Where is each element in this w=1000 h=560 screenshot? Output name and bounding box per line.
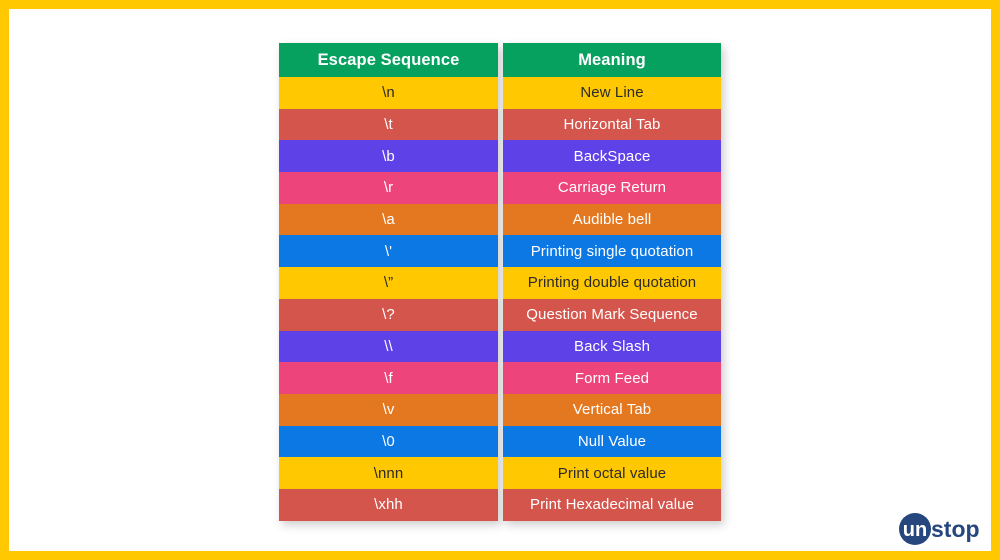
table-cell-meaning: Form Feed (503, 362, 721, 394)
table-columns: Escape Sequence \n \t \b \r \a \' \” \? \\ \f \v \0… (279, 43, 721, 521)
escape-sequence-column: Escape Sequence \n \t \b \r \a \' \” \? \\ \f \v \0… (279, 43, 498, 521)
page-canvas: Escape Sequence \n \t \b \r \a \' \” \? \\ \f \v \0… (0, 0, 1000, 560)
table-cell-escape: \v (279, 393, 498, 426)
table-cell-meaning: BackSpace (503, 140, 721, 173)
table-cell-escape: \\ (279, 330, 498, 363)
escape-sequence-table: Escape Sequence \n \t \b \r \a \' \” \? \\ \f \v \0… (279, 43, 731, 529)
table-cell-escape: \” (279, 267, 498, 299)
table-cell-escape: \t (279, 108, 498, 141)
table-cell-meaning: Print octal value (503, 457, 721, 489)
table-cell-meaning: New Line (503, 77, 721, 109)
table-cell-escape: \r (279, 172, 498, 204)
table-cell-escape: \xhh (279, 488, 498, 521)
table-cell-meaning: Carriage Return (503, 172, 721, 204)
unstop-logo-mark: un stop (899, 513, 980, 545)
unstop-logo: un stop (898, 507, 990, 551)
table-cell-meaning: Back Slash (503, 330, 721, 363)
logo-stop-text: stop (931, 516, 980, 542)
column-header-meaning: Meaning (503, 43, 721, 77)
table-cell-meaning: Question Mark Sequence (503, 298, 721, 331)
table-cell-escape: \' (279, 235, 498, 268)
table-cell-meaning: Horizontal Tab (503, 108, 721, 141)
table-cell-meaning: Print Hexadecimal value (503, 488, 721, 521)
table-cell-escape: \b (279, 140, 498, 173)
table-cell-escape: \n (279, 77, 498, 109)
column-header-escape-sequence: Escape Sequence (279, 43, 498, 77)
table-cell-meaning: Printing double quotation (503, 267, 721, 299)
table-cell-escape: \nnn (279, 457, 498, 489)
table-cell-escape: \f (279, 362, 498, 394)
table-cell-meaning: Vertical Tab (503, 393, 721, 426)
meaning-column: Meaning New Line Horizontal Tab BackSpace C… (503, 43, 721, 521)
table-cell-escape: \0 (279, 425, 498, 458)
table-cell-meaning: Printing single quotation (503, 235, 721, 268)
table-cell-meaning: Null Value (503, 425, 721, 458)
table-cell-escape: \? (279, 298, 498, 331)
table-cell-meaning: Audible bell (503, 203, 721, 236)
logo-un-text: un (903, 519, 927, 541)
table-cell-escape: \a (279, 203, 498, 236)
